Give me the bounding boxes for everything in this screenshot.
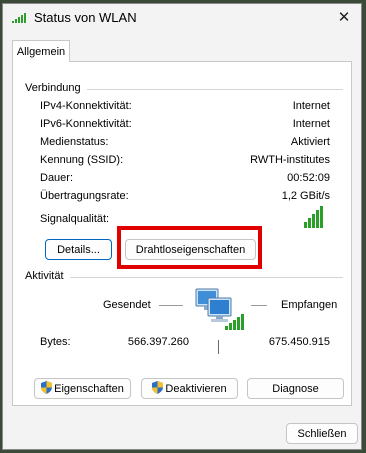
media-status-label: Medienstatus: <box>40 136 109 148</box>
shield-icon <box>152 381 164 394</box>
shield-icon <box>41 381 53 394</box>
ssid-label: Kennung (SSID): <box>40 154 124 166</box>
speed-value: 1,2 GBit/s <box>281 190 330 202</box>
connection-section-title: Verbindung <box>25 82 87 94</box>
ssid-value: RWTH-institutes <box>250 154 330 166</box>
ipv4-label: IPv4-Konnektivität: <box>40 100 132 112</box>
activity-divider <box>25 277 343 278</box>
wifi-signal-icon <box>12 13 28 23</box>
bytes-label: Bytes: <box>40 336 71 348</box>
window-title: Status von WLAN <box>34 10 137 25</box>
sent-label: Gesendet <box>103 299 151 311</box>
duration-value: 00:52:09 <box>287 172 330 184</box>
received-line <box>251 305 267 306</box>
disable-button-label: Deaktivieren <box>165 383 227 395</box>
close-icon[interactable]: ✕ <box>333 8 355 28</box>
ipv4-value: Internet <box>292 100 330 112</box>
sent-line <box>159 305 183 306</box>
details-button[interactable]: Details... <box>45 239 112 260</box>
properties-button[interactable]: Eigenschaften <box>34 378 131 399</box>
signal-strength-icon <box>304 206 323 228</box>
network-computers-icon <box>195 288 244 330</box>
duration-label: Dauer: <box>40 172 74 184</box>
status-window: Status von WLAN ✕ Allgemein Verbindung I… <box>2 3 362 450</box>
bytes-received-value: 675.450.915 <box>268 336 330 348</box>
highlight-box <box>117 226 262 269</box>
ipv6-value: Internet <box>292 118 330 130</box>
signal-quality-label: Signalqualität: <box>40 213 110 225</box>
bytes-separator <box>218 340 219 354</box>
activity-section-title: Aktivität <box>25 270 70 282</box>
ipv6-label: IPv6-Konnektivität: <box>40 118 132 130</box>
media-status-value: Aktiviert <box>290 136 330 148</box>
close-button[interactable]: Schließen <box>286 423 358 444</box>
disable-button[interactable]: Deaktivieren <box>141 378 238 399</box>
title-bar[interactable]: Status von WLAN ✕ <box>3 4 361 32</box>
received-label: Empfangen <box>281 299 338 311</box>
speed-label: Übertragungsrate: <box>40 190 129 202</box>
tab-allgemein[interactable]: Allgemein <box>12 40 70 62</box>
bytes-sent-value: 566.397.260 <box>127 336 189 348</box>
properties-button-label: Eigenschaften <box>54 383 124 395</box>
diagnose-button[interactable]: Diagnose <box>247 378 344 399</box>
